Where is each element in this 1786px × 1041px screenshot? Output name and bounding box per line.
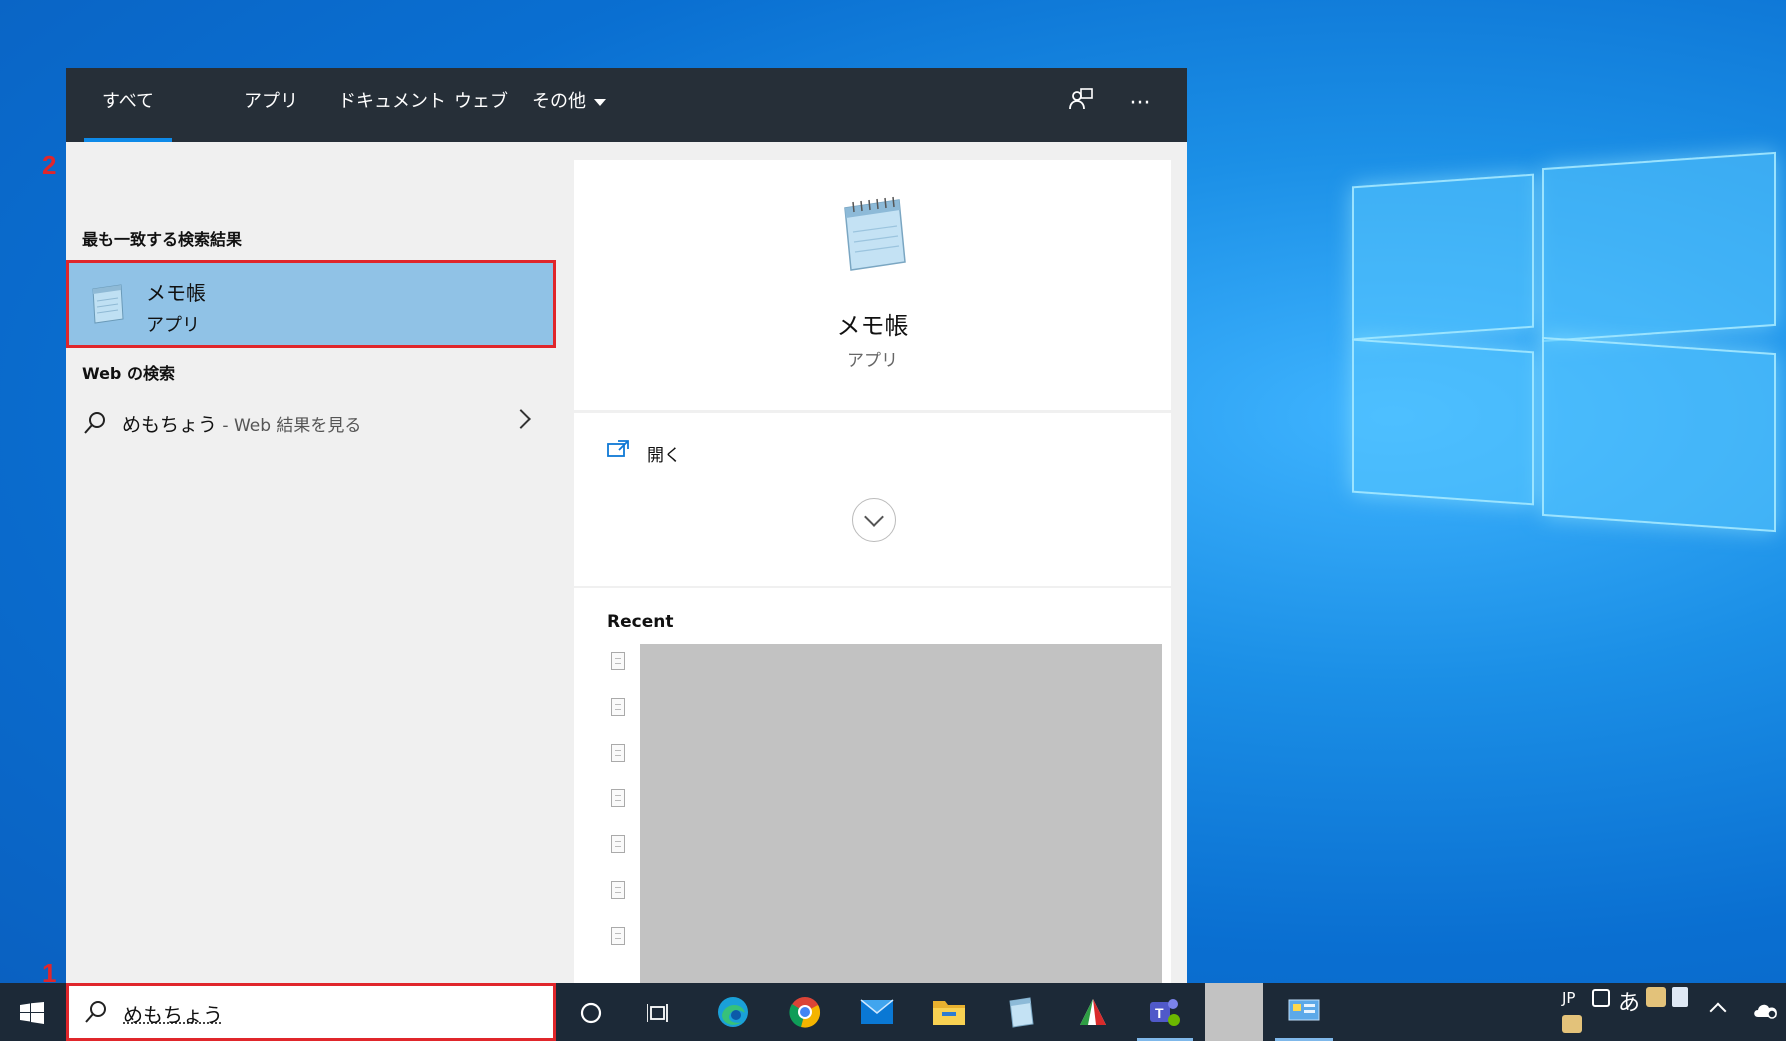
web-query-text: めもちょう [122, 414, 218, 436]
results-pane: 最も一致する検索結果 メモ帳 アプリ Web の検索 めもちょう - Web 結… [66, 142, 556, 983]
tab-all[interactable]: すべて [84, 68, 173, 142]
ime-pad-icon[interactable] [1672, 987, 1688, 1007]
ime-mode-icon[interactable] [1592, 989, 1610, 1007]
expand-chevron-icon[interactable] [852, 498, 896, 542]
document-icon[interactable] [611, 698, 625, 716]
onedrive-icon[interactable] [1752, 999, 1780, 1025]
actions-card: 開く [574, 413, 1171, 586]
tab-more[interactable]: その他 [514, 68, 624, 142]
show-hidden-icons-chevron-icon[interactable] [1709, 1002, 1727, 1020]
app-preview-card: メモ帳 アプリ [574, 160, 1171, 410]
ime-toolbox-icon[interactable] [1646, 987, 1666, 1007]
ime-hiragana-indicator[interactable]: あ [1618, 985, 1640, 1017]
annotation-step-2: 2 [42, 150, 57, 180]
edge-browser-icon[interactable] [706, 983, 760, 1041]
open-label: 開く [647, 446, 681, 466]
more-options-icon[interactable]: ··· [1122, 86, 1158, 122]
preview-pane: メモ帳 アプリ 開く Recent [574, 160, 1171, 983]
web-search-heading: Web の検索 [82, 364, 175, 383]
best-match-heading: 最も一致する検索結果 [82, 230, 243, 249]
svg-text:T: T [1155, 1005, 1164, 1021]
search-icon [82, 410, 108, 440]
teams-icon[interactable]: T [1137, 983, 1193, 1041]
document-icon[interactable] [611, 835, 625, 853]
feedback-icon[interactable] [1062, 86, 1098, 122]
caret-down-icon [594, 98, 606, 106]
document-icon[interactable] [611, 744, 625, 762]
document-icon[interactable] [611, 652, 625, 670]
search-icon [83, 999, 109, 1029]
open-icon [607, 439, 631, 463]
search-input[interactable] [121, 996, 525, 1030]
ime-tray-icon[interactable] [1562, 1015, 1582, 1033]
chevron-right-icon [511, 409, 531, 429]
preview-app-type: アプリ [847, 351, 898, 371]
recent-heading: Recent [607, 612, 674, 632]
recent-card: Recent [574, 588, 1171, 983]
notepad-large-icon [831, 192, 917, 282]
snipping-tool-icon[interactable] [1066, 983, 1120, 1041]
best-match-type: アプリ [146, 315, 200, 336]
tab-web[interactable]: ウェブ [436, 68, 526, 142]
best-match-result[interactable]: メモ帳 アプリ [66, 260, 556, 348]
windows-logo-wallpaper [1352, 140, 1782, 533]
task-view-icon[interactable] [634, 983, 686, 1041]
document-icon[interactable] [611, 927, 625, 945]
search-tab-bar: すべて アプリ ドキュメント ウェブ その他 ··· [66, 68, 1187, 142]
notepad-icon [83, 281, 129, 331]
start-button[interactable] [10, 983, 54, 1041]
control-panel-icon[interactable] [1275, 983, 1333, 1041]
cortana-icon[interactable] [565, 983, 617, 1041]
web-query-suffix: - Web 結果を見る [217, 416, 362, 436]
mail-icon[interactable] [850, 983, 904, 1041]
preview-app-name: メモ帳 [836, 312, 909, 340]
notepad-taskbar-icon[interactable] [994, 983, 1048, 1041]
chrome-icon[interactable] [778, 983, 832, 1041]
best-match-name: メモ帳 [146, 281, 206, 305]
file-explorer-icon[interactable] [922, 983, 976, 1041]
input-language-indicator[interactable]: JP [1562, 989, 1575, 1007]
web-search-result[interactable]: めもちょう - Web 結果を見る [66, 400, 556, 446]
redacted-recent-list [640, 644, 1162, 983]
open-action[interactable]: 開く [574, 413, 1171, 493]
search-flyout: すべて アプリ ドキュメント ウェブ その他 ··· 最も一致する検索結果 メモ… [66, 68, 1187, 983]
document-icon[interactable] [611, 789, 625, 807]
document-icon[interactable] [611, 881, 625, 899]
redacted-taskbar-item[interactable] [1205, 983, 1263, 1041]
taskbar-search-box[interactable] [66, 983, 556, 1041]
tab-apps[interactable]: アプリ [226, 68, 316, 142]
